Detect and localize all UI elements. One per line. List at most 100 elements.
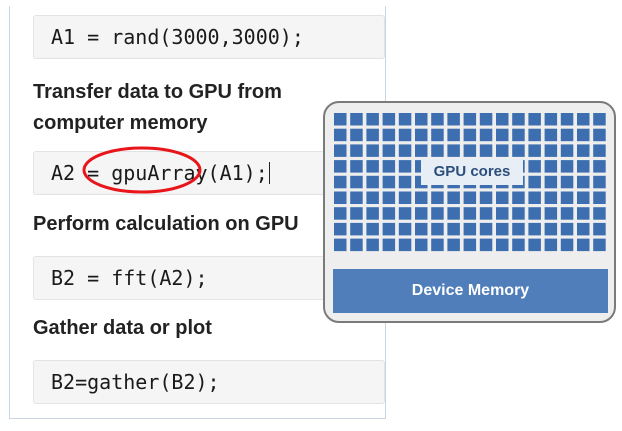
step-heading-calculate: Perform calculation on GPU: [33, 213, 299, 235]
gpu-core: [512, 113, 525, 126]
gpu-core: [512, 128, 525, 142]
gpu-core: [528, 222, 541, 236]
code-block-gather: B2=gather(B2);: [33, 360, 385, 404]
gpu-core: [334, 222, 347, 236]
gpu-core: [366, 160, 379, 173]
gpu-core: [528, 113, 541, 126]
gpu-core: [593, 207, 606, 220]
gpu-core: [544, 175, 558, 189]
device-memory-block: Device Memory: [333, 269, 608, 313]
gpu-core: [496, 207, 509, 220]
gpu-core: [447, 222, 460, 236]
gpu-core: [512, 238, 525, 252]
gpu-core: [577, 160, 590, 173]
gpu-core: [415, 207, 428, 220]
gpu-core: [334, 113, 347, 126]
gpu-core: [366, 222, 379, 236]
gpu-core: [334, 128, 347, 142]
gpu-core: [447, 207, 460, 220]
gpu-core: [398, 113, 412, 126]
gpu-core: [415, 128, 428, 142]
gpu-core: [593, 238, 606, 252]
gpu-core: [544, 144, 558, 157]
gpu-core: [382, 191, 396, 204]
gpu-core: [350, 160, 363, 173]
gpu-core: [544, 238, 558, 252]
gpu-core: [431, 113, 444, 126]
gpu-core: [560, 128, 574, 142]
gpu-core: [593, 222, 606, 236]
gpu-core: [415, 238, 428, 252]
gpu-core: [577, 191, 590, 204]
gpu-core: [382, 238, 396, 252]
gpu-core: [560, 175, 574, 189]
gpu-core: [366, 113, 379, 126]
gpu-core: [350, 207, 363, 220]
gpu-core: [382, 207, 396, 220]
gpu-core: [382, 128, 396, 142]
gpu-core: [577, 113, 590, 126]
gpu-core: [479, 238, 493, 252]
gpu-core: [593, 175, 606, 189]
gpu-core: [479, 222, 493, 236]
gpu-core: [415, 113, 428, 126]
gpu-core: [366, 191, 379, 204]
gpu-core: [431, 222, 444, 236]
gpu-core: [544, 207, 558, 220]
gpu-core: [350, 175, 363, 189]
code-block-create-array: A1 = rand(3000,3000);: [33, 15, 385, 59]
gpu-core: [577, 175, 590, 189]
gpu-core: [560, 207, 574, 220]
gpu-cores-label: GPU cores: [421, 159, 523, 185]
gpu-core: [431, 207, 444, 220]
highlight-ellipse: [82, 146, 202, 194]
gpu-core: [431, 144, 444, 157]
gpu-core: [447, 128, 460, 142]
code-line: B2=gather(B2);: [51, 370, 220, 394]
gpu-core: [350, 238, 363, 252]
gpu-core: [577, 238, 590, 252]
gpu-core: [528, 175, 541, 189]
code-line: A1 = rand(3000,3000);: [51, 25, 304, 49]
gpu-core: [447, 144, 460, 157]
gpu-core: [463, 238, 477, 252]
gpu-core: [350, 128, 363, 142]
gpu-core: [463, 128, 477, 142]
code-line: B2 = fft(A2);: [51, 266, 208, 290]
gpu-core: [544, 191, 558, 204]
gpu-core: [398, 175, 412, 189]
gpu-core: [415, 144, 428, 157]
gpu-core: [334, 191, 347, 204]
gpu-core: [528, 144, 541, 157]
gpu-core: [463, 191, 477, 204]
gpu-core: [350, 191, 363, 204]
gpu-core: [366, 144, 379, 157]
gpu-core: [415, 191, 428, 204]
gpu-core: [382, 144, 396, 157]
gpu-core: [398, 222, 412, 236]
gpu-core: [560, 222, 574, 236]
gpu-core: [496, 191, 509, 204]
gpu-core: [447, 238, 460, 252]
gpu-core: [350, 144, 363, 157]
gpu-core: [398, 160, 412, 173]
gpu-core: [366, 238, 379, 252]
gpu-core: [350, 113, 363, 126]
gpu-core: [479, 144, 493, 157]
gpu-core: [512, 207, 525, 220]
gpu-core: [577, 128, 590, 142]
gpu-core: [463, 207, 477, 220]
gpu-core: [431, 191, 444, 204]
gpu-core: [334, 175, 347, 189]
gpu-core: [560, 113, 574, 126]
gpu-core: [496, 128, 509, 142]
gpu-core: [528, 238, 541, 252]
gpu-core: [398, 144, 412, 157]
gpu-core: [577, 207, 590, 220]
gpu-core: [593, 144, 606, 157]
text-cursor: [268, 162, 270, 184]
gpu-core: [577, 144, 590, 157]
gpu-core: [528, 191, 541, 204]
gpu-core: [479, 191, 493, 204]
gpu-core: [593, 113, 606, 126]
